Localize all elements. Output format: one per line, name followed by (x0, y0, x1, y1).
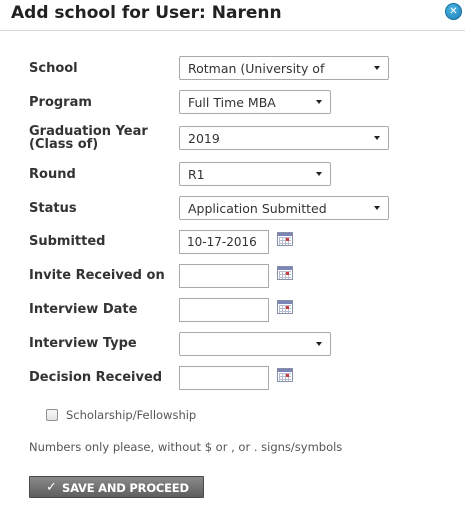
calendar-icon[interactable] (277, 368, 293, 382)
interview-date-label: Interview Date (29, 302, 138, 317)
save-and-proceed-button[interactable]: ✓ SAVE AND PROCEED (29, 476, 204, 498)
round-select[interactable]: R1 (179, 162, 331, 186)
status-select-value: Application Submitted (188, 201, 327, 216)
dialog-header: Add school for User: Narenn ✕ (0, 0, 465, 31)
chevron-down-icon (374, 66, 380, 70)
chevron-down-icon (316, 342, 322, 346)
submitted-date-input[interactable] (179, 230, 269, 254)
school-label: School (29, 61, 78, 76)
chevron-down-icon (374, 206, 380, 210)
checkmark-icon: ✓ (46, 480, 57, 495)
graduation-year-select[interactable]: 2019 (179, 126, 389, 150)
graduation-year-select-value: 2019 (188, 131, 220, 146)
school-select[interactable]: Rotman (University of (179, 56, 389, 80)
program-label: Program (29, 95, 92, 110)
save-button-label: SAVE AND PROCEED (62, 481, 189, 495)
graduation-year-sublabel: (Class of) (29, 137, 99, 152)
calendar-icon[interactable] (277, 300, 293, 314)
close-icon[interactable]: ✕ (445, 3, 462, 20)
invite-received-label: Invite Received on (29, 268, 165, 283)
calendar-icon[interactable] (277, 232, 293, 246)
decision-received-label: Decision Received (29, 370, 163, 385)
scholarship-checkbox[interactable] (46, 409, 58, 421)
numbers-only-note: Numbers only please, without $ or , or .… (29, 440, 343, 454)
program-select[interactable]: Full Time MBA (179, 90, 331, 114)
status-label: Status (29, 201, 77, 216)
calendar-icon[interactable] (277, 266, 293, 280)
invite-received-date-input[interactable] (179, 264, 269, 288)
chevron-down-icon (316, 100, 322, 104)
round-label: Round (29, 167, 76, 182)
interview-type-select[interactable] (179, 332, 331, 356)
interview-date-input[interactable] (179, 298, 269, 322)
round-select-value: R1 (188, 167, 205, 182)
program-select-value: Full Time MBA (188, 95, 276, 110)
chevron-down-icon (316, 172, 322, 176)
chevron-down-icon (374, 136, 380, 140)
interview-type-label: Interview Type (29, 336, 137, 351)
decision-received-date-input[interactable] (179, 366, 269, 390)
scholarship-label[interactable]: Scholarship/Fellowship (66, 408, 196, 422)
dialog-title: Add school for User: Narenn (11, 3, 282, 23)
submitted-label: Submitted (29, 234, 106, 249)
status-select[interactable]: Application Submitted (179, 196, 389, 220)
school-select-value: Rotman (University of (188, 61, 325, 76)
